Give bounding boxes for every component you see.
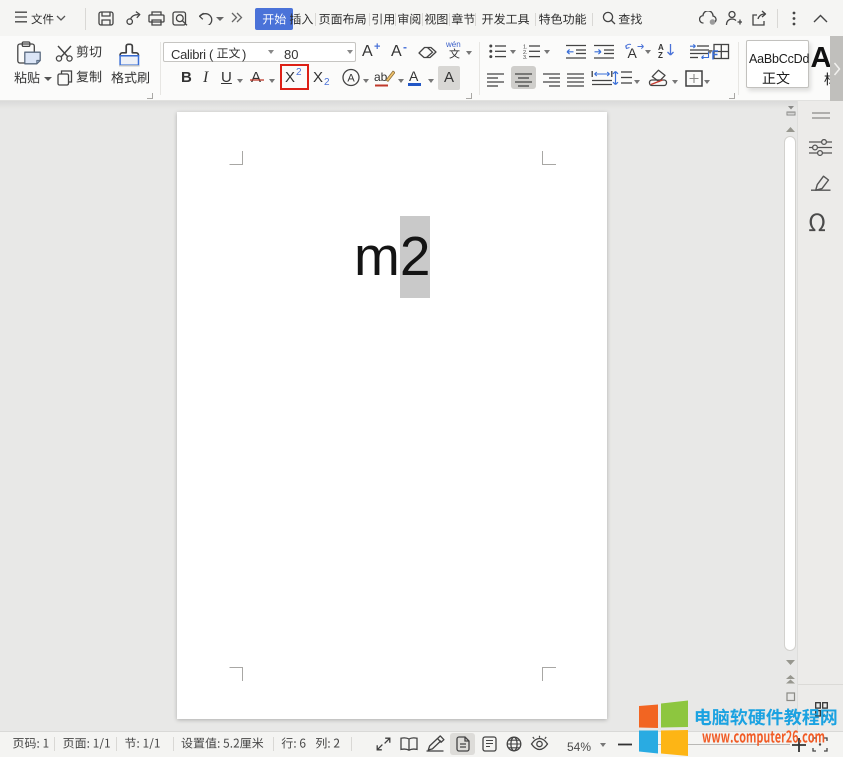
svg-text:ab: ab (374, 70, 388, 84)
svg-text:Z: Z (658, 51, 663, 59)
svg-text:A: A (347, 73, 355, 85)
svg-text:3.: 3. (523, 55, 528, 59)
